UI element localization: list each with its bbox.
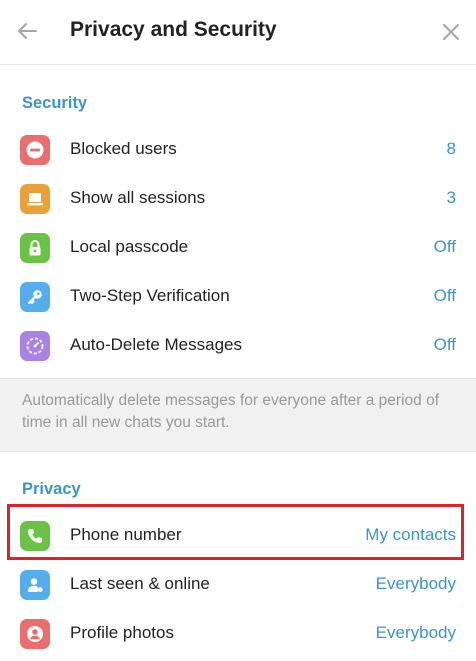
row-last-seen-online[interactable]: Last seen & online Everybody — [0, 560, 476, 609]
auto-delete-info-box: Automatically delete messages for everyo… — [0, 378, 476, 452]
arrow-left-icon — [18, 23, 37, 39]
timer-icon — [20, 331, 50, 361]
row-value: 3 — [446, 188, 456, 207]
row-show-all-sessions[interactable]: Show all sessions 3 — [0, 174, 476, 223]
row-value: Everybody — [375, 623, 456, 642]
row-label: Auto-Delete Messages — [70, 335, 242, 354]
lock-icon — [20, 233, 50, 263]
row-label: Blocked users — [70, 139, 177, 158]
close-icon — [443, 24, 459, 40]
row-value: 8 — [446, 139, 456, 158]
laptop-icon — [20, 184, 50, 214]
row-label: Phone number — [70, 525, 182, 544]
header: Privacy and Security — [0, 0, 476, 65]
close-button[interactable] — [436, 17, 466, 47]
row-phone-number[interactable]: Phone number My contacts — [0, 511, 476, 560]
section-title-security: Security — [22, 94, 88, 112]
row-label: Two-Step Verification — [70, 286, 230, 305]
row-label: Local passcode — [70, 237, 189, 256]
row-label: Show all sessions — [70, 188, 206, 207]
privacy-security-window: Privacy and Security Security Blocked us… — [0, 0, 476, 661]
person-online-icon — [20, 570, 50, 600]
row-label: Last seen & online — [70, 574, 210, 593]
key-icon — [20, 282, 50, 312]
section-title-privacy: Privacy — [22, 480, 81, 498]
row-value: Everybody — [375, 574, 456, 593]
info-text: Automatically delete messages for everyo… — [22, 392, 440, 431]
profile-photo-icon — [20, 619, 50, 649]
blocked-icon — [20, 135, 50, 165]
row-value: My contacts — [365, 525, 456, 544]
phone-icon — [20, 521, 50, 551]
row-profile-photos[interactable]: Profile photos Everybody — [0, 609, 476, 658]
row-value: Off — [433, 237, 456, 256]
row-label: Profile photos — [70, 623, 174, 642]
row-blocked-users[interactable]: Blocked users 8 — [0, 125, 476, 174]
row-local-passcode[interactable]: Local passcode Off — [0, 223, 476, 272]
row-two-step-verification[interactable]: Two-Step Verification Off — [0, 272, 476, 321]
back-button[interactable] — [12, 16, 42, 46]
row-value: Off — [433, 286, 456, 305]
page-title: Privacy and Security — [70, 18, 277, 41]
row-value: Off — [433, 335, 456, 354]
row-auto-delete-messages[interactable]: Auto-Delete Messages Off — [0, 321, 476, 370]
